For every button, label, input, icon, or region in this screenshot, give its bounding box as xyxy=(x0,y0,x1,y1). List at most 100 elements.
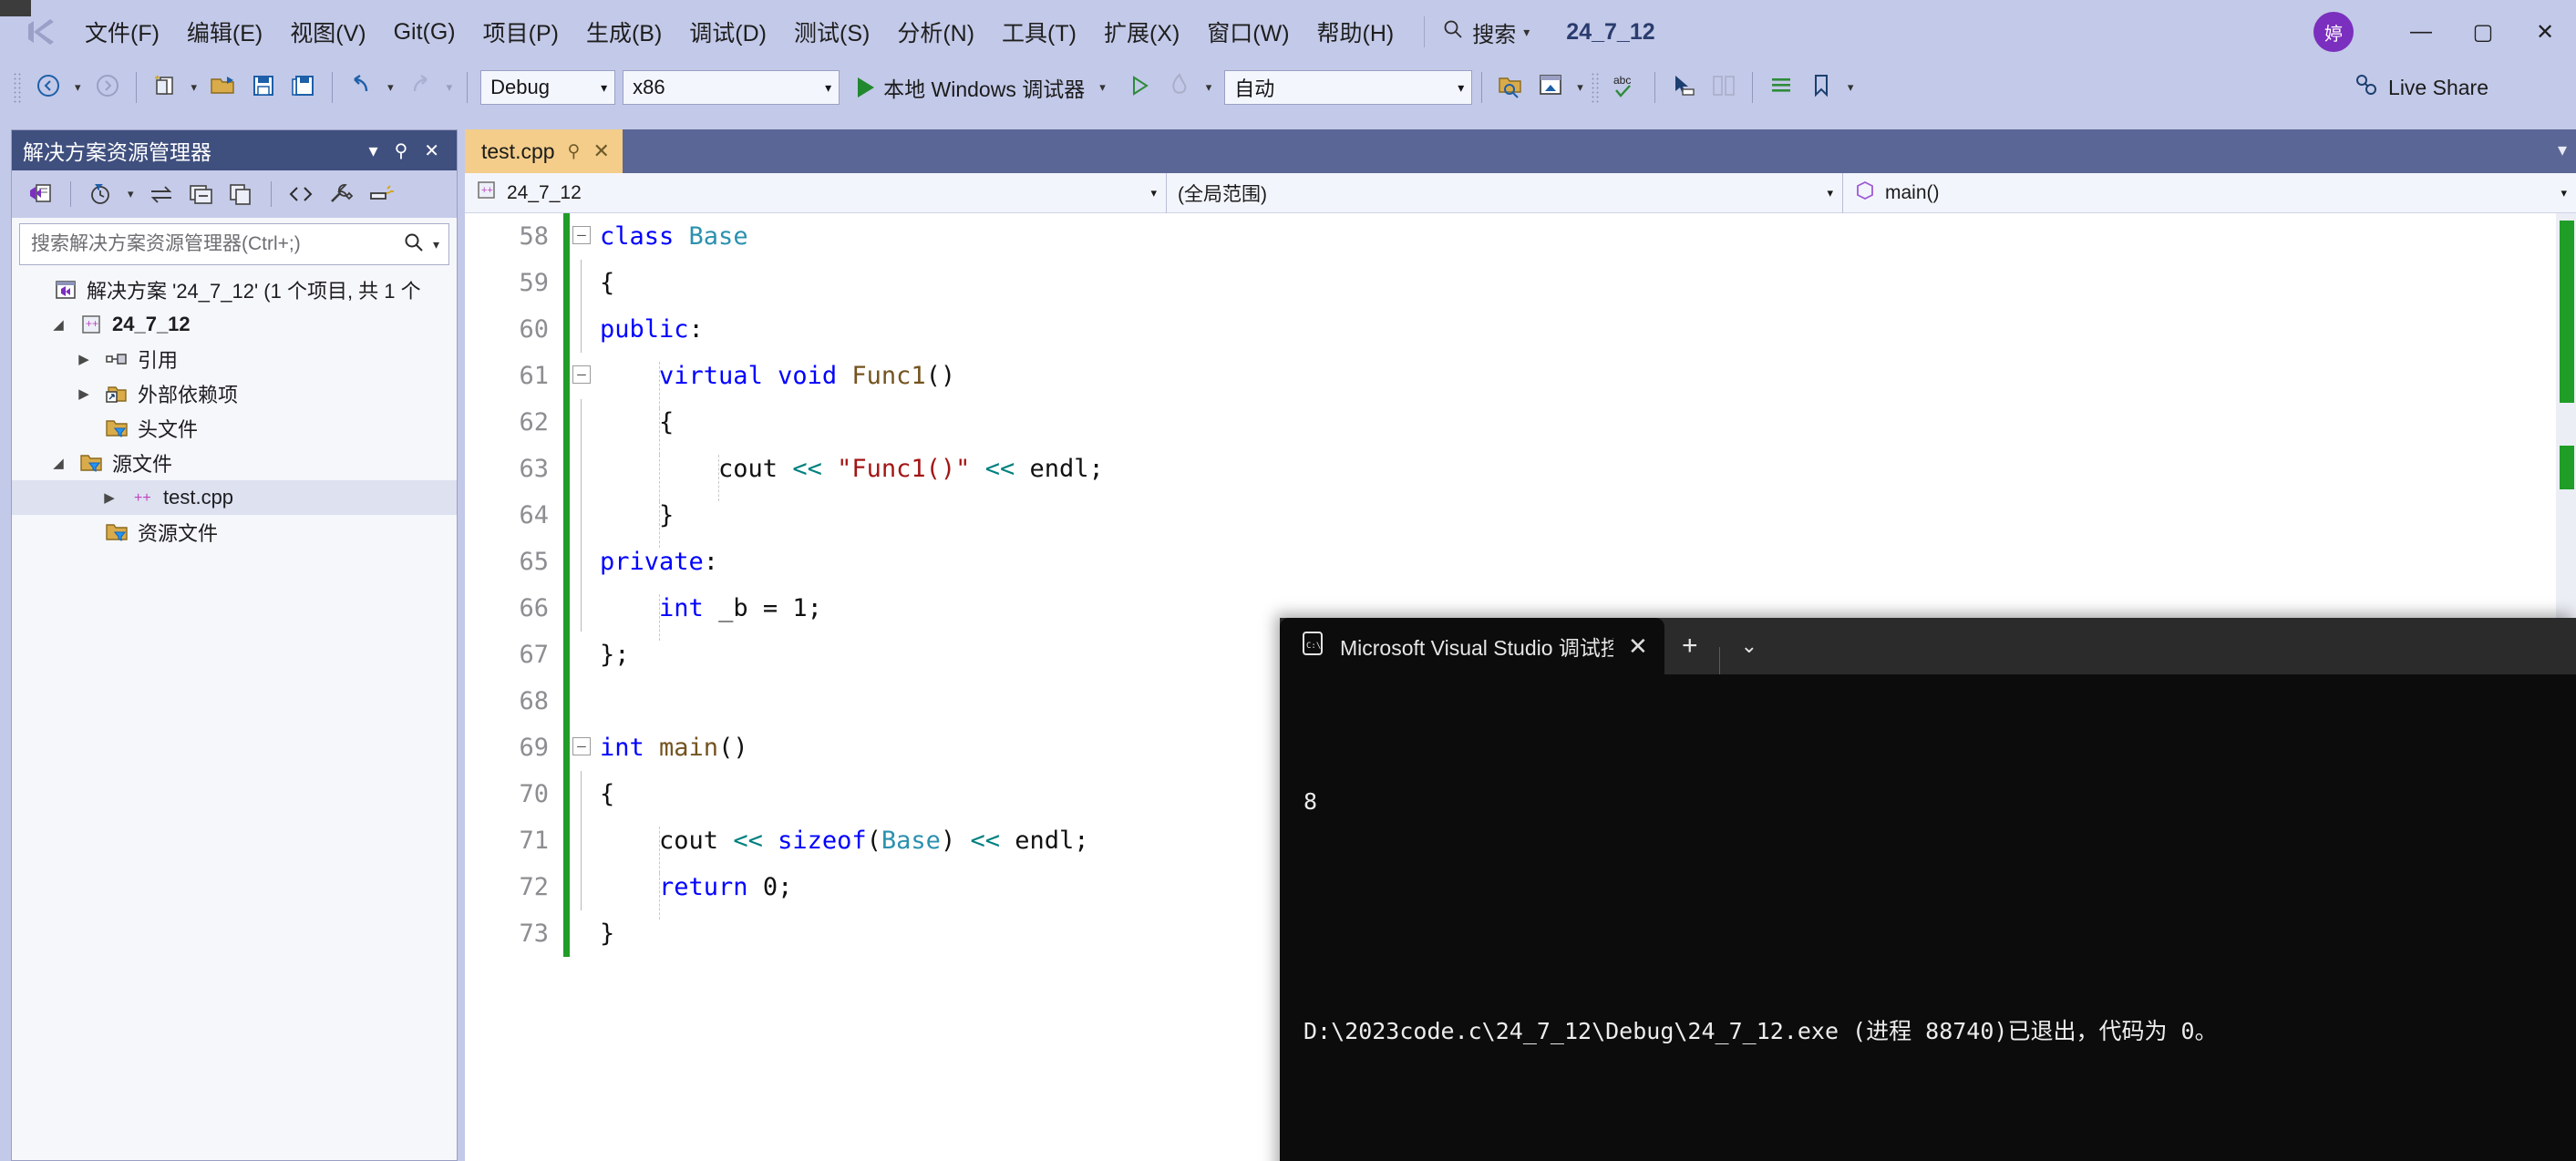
editor-gutter[interactable] xyxy=(563,910,594,957)
editor-gutter[interactable]: – xyxy=(563,353,594,399)
menu-extensions[interactable]: 扩展(X) xyxy=(1090,10,1193,54)
toolbar-grip-handle[interactable] xyxy=(13,72,22,103)
solution-configuration-combo[interactable]: Debug ▾ xyxy=(480,70,615,105)
debug-console-window[interactable]: C:\ Microsoft Visual Studio 调试控 ✕ + ⌄ 8 … xyxy=(1280,618,2576,1161)
chevron-down-icon[interactable]: ▾ xyxy=(361,139,386,162)
tree-node-references[interactable]: ▶ 引用 xyxy=(12,342,457,376)
chevron-down-icon[interactable]: ▾ xyxy=(1523,25,1530,40)
navigate-backward-button[interactable] xyxy=(29,68,67,107)
new-terminal-tab-button[interactable]: + xyxy=(1664,618,1716,674)
collapse-all-icon[interactable] xyxy=(183,176,220,212)
editor-gutter[interactable] xyxy=(563,539,594,585)
start-debugging-button[interactable]: 本地 Windows 调试器 ▾ xyxy=(850,68,1118,107)
console-tab[interactable]: C:\ Microsoft Visual Studio 调试控 ✕ xyxy=(1280,618,1664,674)
expander-icon[interactable]: ▶ xyxy=(98,489,121,506)
filter-dropdown-icon[interactable]: ▾ xyxy=(122,187,139,201)
editor-gutter[interactable] xyxy=(563,678,594,724)
chevron-down-icon[interactable]: ▾ xyxy=(426,237,443,252)
code-line[interactable]: 64 } xyxy=(465,492,2576,539)
tree-node-test-cpp[interactable]: ▶ ++ test.cpp xyxy=(12,480,457,515)
solution-window-dropdown[interactable]: ▾ xyxy=(1571,80,1589,95)
menu-file[interactable]: 文件(F) xyxy=(71,10,173,54)
editor-gutter[interactable] xyxy=(563,864,594,910)
start-without-debugging-button[interactable] xyxy=(1120,68,1159,107)
editor-gutter[interactable] xyxy=(563,632,594,678)
properties-wrench-icon[interactable] xyxy=(323,176,359,212)
solution-explorer-search[interactable]: ▾ xyxy=(19,223,449,265)
save-all-button[interactable] xyxy=(284,68,323,107)
code-line[interactable]: 62 { xyxy=(465,399,2576,446)
hot-reload-button[interactable] xyxy=(1160,68,1199,107)
menu-help[interactable]: 帮助(H) xyxy=(1303,10,1408,54)
menu-git[interactable]: Git(G) xyxy=(380,14,469,51)
editor-gutter[interactable] xyxy=(563,771,594,817)
live-share-button[interactable]: Live Share xyxy=(2354,64,2488,111)
hot-reload-dropdown[interactable]: ▾ xyxy=(1200,80,1218,95)
menu-build[interactable]: 生成(B) xyxy=(572,10,675,54)
collapse-region-icon[interactable]: – xyxy=(572,365,591,384)
navbar-project-combo[interactable]: ++ 24_7_12 ▾ xyxy=(465,173,1167,213)
find-in-files-button[interactable] xyxy=(1491,68,1530,107)
toolbar-grip-handle-2[interactable] xyxy=(1591,72,1600,103)
code-line[interactable]: 60public: xyxy=(465,306,2576,353)
collapse-region-icon[interactable]: – xyxy=(572,226,591,244)
editor-gutter[interactable] xyxy=(563,260,594,306)
tree-node-source-files[interactable]: ◢ 源文件 xyxy=(12,446,457,480)
open-file-button[interactable] xyxy=(204,68,242,107)
navbar-scope-combo[interactable]: (全局范围) ▾ xyxy=(1167,173,1843,213)
tree-node-project[interactable]: ◢ ++ 24_7_12 xyxy=(12,307,457,342)
tree-node-external-dependencies[interactable]: ▶ 外部依赖项 xyxy=(12,376,457,411)
tree-node-resource-files[interactable]: 资源文件 xyxy=(12,515,457,550)
save-button[interactable] xyxy=(244,68,283,107)
close-icon[interactable]: ✕ xyxy=(592,139,609,163)
sync-icon[interactable] xyxy=(143,176,180,212)
code-line[interactable]: 63 cout << "Func1()" << endl; xyxy=(465,446,2576,492)
chevron-down-icon[interactable]: ▾ xyxy=(2548,186,2567,200)
undo-dropdown[interactable]: ▾ xyxy=(382,80,399,95)
code-line[interactable]: 58–class Base xyxy=(465,213,2576,260)
new-item-dropdown[interactable]: ▾ xyxy=(186,80,203,95)
menu-debug[interactable]: 调试(D) xyxy=(675,10,780,54)
editor-gutter[interactable] xyxy=(563,446,594,492)
minimize-button[interactable]: — xyxy=(2390,0,2452,64)
editor-gutter[interactable] xyxy=(563,399,594,446)
expander-icon[interactable]: ▶ xyxy=(72,385,96,402)
magnifier-icon[interactable] xyxy=(402,231,426,259)
close-icon[interactable]: ✕ xyxy=(1628,632,1648,661)
chevron-down-icon[interactable]: ▾ xyxy=(2558,139,2567,161)
expander-icon[interactable]: ◢ xyxy=(46,455,70,471)
menu-tools[interactable]: 工具(T) xyxy=(988,10,1090,54)
select-element-button[interactable] xyxy=(1664,68,1703,107)
terminal-options-button[interactable]: ⌄ xyxy=(1724,618,1775,674)
lines-view-button[interactable] xyxy=(1762,68,1800,107)
compare-files-button[interactable] xyxy=(1705,68,1743,107)
menu-window[interactable]: 窗口(W) xyxy=(1193,10,1303,54)
collapse-region-icon[interactable]: – xyxy=(572,737,591,755)
expander-icon[interactable]: ▶ xyxy=(72,351,96,367)
solution-window-button[interactable] xyxy=(1531,68,1570,107)
tree-node-header-files[interactable]: 头文件 xyxy=(12,411,457,446)
code-line[interactable]: 61– virtual void Func1() xyxy=(465,353,2576,399)
undo-button[interactable] xyxy=(342,68,380,107)
home-solution-icon[interactable] xyxy=(23,176,59,212)
editor-gutter[interactable] xyxy=(563,585,594,632)
search-input[interactable] xyxy=(29,232,402,256)
console-output[interactable]: 8 D:\2023code.c\24_7_12\Debug\24_7_12.ex… xyxy=(1280,674,2576,1161)
navigate-backward-dropdown[interactable]: ▾ xyxy=(69,80,87,95)
pin-icon[interactable]: ⚲ xyxy=(568,141,581,162)
menu-analyze[interactable]: 分析(N) xyxy=(883,10,988,54)
global-search[interactable]: 搜索 ▾ xyxy=(1441,16,1530,48)
menu-edit[interactable]: 编辑(E) xyxy=(173,10,276,54)
editor-gutter[interactable] xyxy=(563,492,594,539)
avatar[interactable]: 婷 xyxy=(2313,12,2354,52)
process-attach-combo[interactable]: 自动 ▾ xyxy=(1224,70,1472,105)
expander-icon[interactable]: ◢ xyxy=(46,316,70,333)
chevron-down-icon[interactable]: ▾ xyxy=(1138,186,1157,200)
pin-icon[interactable]: ⚲ xyxy=(386,139,417,162)
redo-button[interactable] xyxy=(401,68,439,107)
preview-selected-icon[interactable] xyxy=(363,176,399,212)
editor-gutter[interactable]: – xyxy=(563,724,594,771)
close-icon[interactable]: ✕ xyxy=(416,139,448,162)
editor-gutter[interactable]: – xyxy=(563,213,594,260)
solution-platform-combo[interactable]: x86 ▾ xyxy=(623,70,840,105)
